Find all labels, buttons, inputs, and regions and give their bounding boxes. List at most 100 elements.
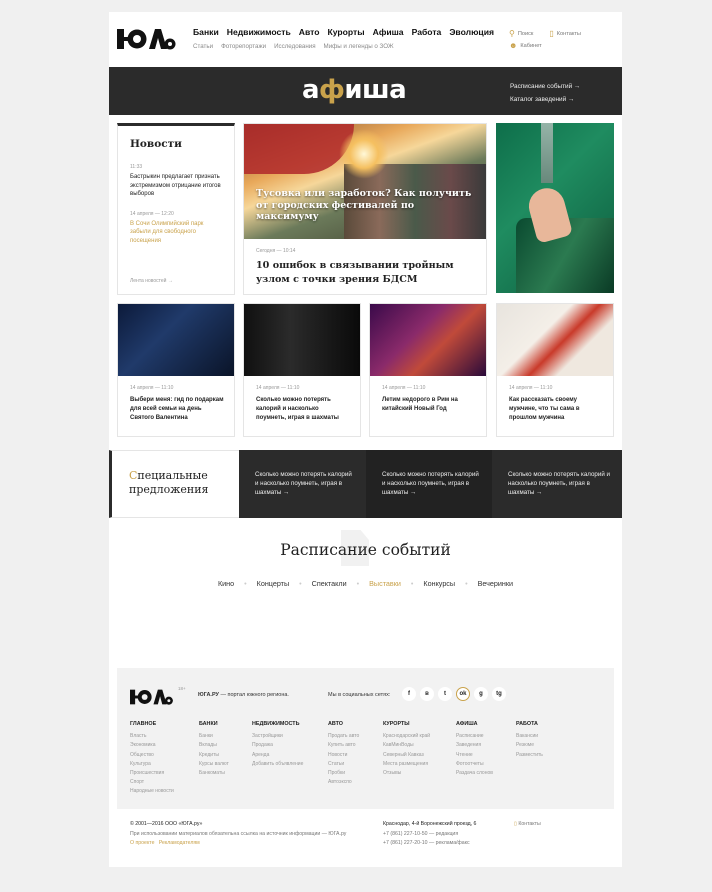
search-icon[interactable]: ⚲ — [509, 30, 515, 38]
footer: 18+ ЮГА.РУ — портал южного региона. Мы в… — [117, 668, 614, 809]
twitter-icon[interactable]: t — [438, 687, 452, 701]
offers-heading: Специальные предложения — [109, 450, 239, 518]
tab-concerts[interactable]: Концерты — [257, 579, 289, 588]
phone-icon: ▯ — [514, 821, 517, 827]
catalog-link[interactable]: Каталог заведений → — [510, 96, 574, 103]
article-card[interactable]: 14 апреля — 11:10 Выбери меня: гид по по… — [117, 303, 235, 437]
offer-tile[interactable]: Сколько можно потерять калорий и насколь… — [366, 450, 492, 518]
facebook-icon[interactable]: f — [402, 687, 416, 701]
google-icon[interactable]: g — [474, 687, 488, 701]
nav-auto[interactable]: Авто — [299, 27, 320, 37]
age-rating: 18+ — [178, 686, 186, 691]
nav-banks[interactable]: Банки — [193, 27, 219, 37]
footer-contacts: ▯ Контакты — [514, 820, 541, 830]
contacts-link[interactable]: Контакты — [557, 31, 581, 37]
card-title[interactable]: Летим недорого в Рим на китайский Новый … — [382, 396, 476, 414]
tab-contests[interactable]: Конкурсы — [423, 579, 455, 588]
article-card[interactable]: 14 апреля — 11:10 Сколько можно потерять… — [243, 303, 361, 437]
page: Банки Недвижимость Авто Курорты Афиша Ра… — [109, 12, 622, 867]
footer-column: БАНКИ Банки Вклады Кредиты Курсы валют Б… — [199, 721, 229, 777]
card-image[interactable] — [118, 304, 234, 376]
site-logo[interactable] — [117, 26, 177, 52]
nav-jobs[interactable]: Работа — [412, 27, 442, 37]
featured-image-caption[interactable]: Тусовка или заработок? Как получить от г… — [256, 188, 476, 223]
nav-realty[interactable]: Недвижимость — [227, 27, 291, 37]
offer-tile[interactable]: Сколько можно потерять калорий и насколь… — [492, 450, 622, 518]
footer-tagline: ЮГА.РУ — портал южного региона. — [198, 692, 289, 698]
top-links: ⚲ Поиск ▯ Контакты ☻ Кабинет — [509, 28, 581, 52]
news-item[interactable]: Бастрыкин предлагает признать экстремизм… — [130, 173, 222, 199]
user-icon: ☻ — [509, 41, 518, 50]
address: Краснодар, 4-й Воронежский проезд, 6 — [383, 821, 477, 827]
footer-column: АВТО Продать авто Купить авто Новости Ст… — [328, 721, 360, 786]
card-time: 14 апреля — 11:10 — [382, 385, 426, 391]
tab-theatre[interactable]: Спектакли — [312, 579, 347, 588]
footer-column: КУРОРТЫ Краснодарский край КавМинВоды Се… — [383, 721, 431, 777]
subnav-myths[interactable]: Мифы и легенды о ЗОЖ — [324, 43, 394, 50]
article-card[interactable]: 14 апреля — 11:10 Как рассказать своему … — [496, 303, 614, 437]
tab-parties[interactable]: Вечеринки — [478, 579, 513, 588]
footer-contacts-link[interactable]: Контакты — [518, 821, 540, 827]
schedule-link[interactable]: Расписание событий → — [510, 83, 580, 90]
card-time: 14 апреля — 11:10 — [509, 385, 553, 391]
footer-logo[interactable] — [130, 687, 174, 707]
news-heading: Новости — [130, 138, 182, 150]
subnav-photos[interactable]: Фоторепортажи — [221, 43, 266, 50]
tab-exhibitions[interactable]: Выставки — [369, 579, 401, 588]
featured-image[interactable]: Тусовка или заработок? Как получить от г… — [244, 124, 486, 239]
card-time: 14 апреля — 11:10 — [256, 385, 300, 391]
tab-cinema[interactable]: Кино — [218, 579, 234, 588]
featured-title[interactable]: 10 ошибок в связывании тройным узлом с т… — [256, 259, 474, 286]
footer-columns: ГЛАВНОЕ Власть Экономика Общество Культу… — [130, 720, 576, 797]
sub-nav: Статьи Фоторепортажи Исследования Мифы и… — [193, 43, 394, 50]
news-time: 14 апреля — 12:20 — [130, 210, 174, 217]
afisha-banner: афиша Расписание событий → Каталог завед… — [109, 67, 622, 115]
nav-afisha[interactable]: Афиша — [373, 27, 404, 37]
subnav-research[interactable]: Исследования — [274, 43, 315, 50]
offer-tile[interactable]: Сколько можно потерять калорий и насколь… — [239, 450, 366, 518]
schedule-tabs: Кино • Концерты • Спектакли • Выставки • Кон… — [217, 579, 514, 588]
footer-legal: © 2001—2016 ООО «ЮГА.ру» При использован… — [130, 820, 346, 849]
footer-column: НЕДВИЖИМОСТЬ Застройщики Продажа Аренда … — [252, 721, 304, 767]
vk-icon[interactable]: в — [420, 687, 434, 701]
card-image[interactable] — [497, 304, 613, 376]
nav-resorts[interactable]: Курорты — [328, 27, 365, 37]
phone-editorial: +7 (861) 227-10-50 — редакция — [383, 830, 459, 837]
card-image[interactable] — [244, 304, 360, 376]
footer-column: АФИША Расписание Заведения Чтение Фотоот… — [456, 721, 493, 777]
article-card[interactable]: 14 апреля — 11:10 Летим недорого в Рим н… — [369, 303, 487, 437]
news-item[interactable]: В Сочи Олимпийский парк забыли для свобо… — [130, 220, 222, 246]
card-title[interactable]: Выбери меня: гид по подаркам для всей се… — [130, 396, 224, 422]
subnav-articles[interactable]: Статьи — [193, 43, 213, 50]
featured-article[interactable]: Тусовка или заработок? Как получить от г… — [243, 123, 487, 295]
phone-ads: +7 (861) 227-20-10 — реклама/факс — [383, 840, 470, 846]
social-label: Мы в социальных сетях: — [328, 692, 391, 698]
copyright: © 2001—2016 ООО «ЮГА.ру» — [130, 821, 203, 827]
footer-column: РАБОТА Вакансии Резюме Разместить — [516, 721, 543, 758]
odnoklassniki-icon[interactable]: ok — [456, 687, 470, 701]
featured-time: Сегодня — 10:14 — [256, 248, 296, 254]
footer-column: ГЛАВНОЕ Власть Экономика Общество Культу… — [130, 721, 174, 795]
news-more-link[interactable]: Лента новостей → — [130, 278, 173, 284]
card-title[interactable]: Сколько можно потерять калорий и насколь… — [256, 396, 350, 422]
telegram-icon[interactable]: tg — [492, 687, 506, 701]
news-panel: Новости 11:33 Бастрыкин предлагает призн… — [117, 123, 235, 295]
afisha-title[interactable]: афиша — [302, 75, 407, 105]
card-title[interactable]: Как рассказать своему мужчине, что ты са… — [509, 396, 603, 422]
side-promo-image[interactable] — [496, 123, 614, 293]
search-link[interactable]: Поиск — [518, 31, 534, 37]
afisha-title-accent: ф — [319, 75, 345, 105]
special-offers: Специальные предложения Сколько можно по… — [109, 450, 622, 518]
phone-icon: ▯ — [549, 29, 554, 38]
footer-address: Краснодар, 4-й Воронежский проезд, 6 +7 … — [383, 820, 476, 849]
social-links: f в t ok g tg — [402, 687, 506, 701]
news-time: 11:33 — [130, 164, 143, 170]
nav-evolution[interactable]: Эволюция — [449, 27, 494, 37]
card-time: 14 апреля — 11:10 — [130, 385, 174, 391]
card-image[interactable] — [370, 304, 486, 376]
main-nav: Банки Недвижимость Авто Курорты Афиша Ра… — [193, 27, 494, 37]
cabinet-link[interactable]: Кабинет — [520, 43, 541, 49]
about-link[interactable]: О проекте — [130, 840, 154, 846]
schedule-title: Расписание событий — [280, 541, 451, 559]
advertisers-link[interactable]: Рекламодателям — [159, 840, 200, 846]
